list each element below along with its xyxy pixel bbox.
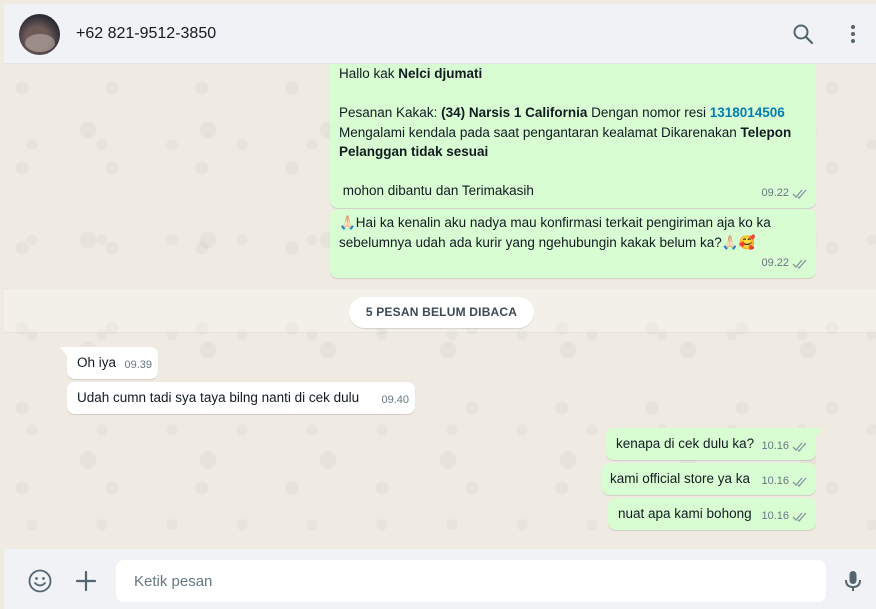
double-check-icon (792, 512, 807, 522)
message-time: 09.39 (124, 358, 152, 371)
message-meta: 10.16 (761, 437, 808, 457)
search-icon[interactable] (791, 22, 815, 46)
message-text: Udah cumn tadi sya taya bilng nanti di c… (77, 390, 360, 405)
chat-area[interactable]: Hallo kak Nelci djumati Pesanan Kakak: (… (4, 64, 876, 549)
outgoing-message[interactable]: kenapa di cek dulu ka? 10.16 (606, 428, 823, 460)
message-time: 09.40 (381, 393, 409, 406)
message-meta: 09.22 (761, 184, 808, 204)
message-time: 09.22 (761, 256, 789, 269)
double-check-icon (792, 442, 807, 452)
message-composer (4, 549, 876, 609)
message-time: 10.16 (761, 509, 789, 522)
message-time: 10.16 (761, 439, 789, 452)
message-text: kami official store ya ka (610, 471, 751, 486)
message-time: 10.16 (761, 474, 789, 487)
incoming-message[interactable]: Oh iya 09.39 (60, 347, 158, 379)
double-check-icon (792, 259, 807, 269)
mic-icon[interactable] (840, 568, 866, 594)
message-meta: 09.39 (124, 356, 152, 376)
emoji-icon[interactable] (27, 568, 53, 594)
menu-icon[interactable] (841, 22, 865, 46)
message-meta: 09.22 (761, 254, 808, 274)
message-text: nuat apa kami bohong (618, 506, 752, 521)
incoming-message[interactable]: Udah cumn tadi sya taya bilng nanti di c… (67, 382, 415, 414)
message-input[interactable] (116, 560, 826, 602)
contact-name[interactable]: +62 821-9512-3850 (76, 25, 216, 43)
unread-messages-badge: 5 PESAN BELUM DIBACA (349, 297, 534, 328)
resi-link[interactable]: 1318014506 (710, 105, 785, 120)
outgoing-message[interactable]: Hallo kak Nelci djumati Pesanan Kakak: (… (330, 64, 816, 208)
message-meta: 10.16 (761, 507, 808, 527)
chat-header: +62 821-9512-3850 (4, 4, 876, 64)
message-meta: 10.16 (761, 472, 808, 492)
message-text: Oh iya (77, 355, 117, 370)
plus-icon[interactable] (73, 568, 99, 594)
double-check-icon (792, 477, 807, 487)
outgoing-message[interactable]: kami official store ya ka 10.16 (602, 463, 816, 495)
avatar[interactable] (19, 14, 60, 55)
message-meta: 09.40 (381, 391, 409, 411)
message-text: 🙏🏻Hai ka kenalin aku nadya mau konfirmas… (339, 215, 771, 250)
message-time: 09.22 (761, 186, 789, 199)
double-check-icon (792, 189, 807, 199)
message-text: Hallo kak Nelci djumati Pesanan Kakak: (… (339, 66, 792, 198)
message-text: kenapa di cek dulu ka? (616, 436, 755, 451)
outgoing-message[interactable]: nuat apa kami bohong 10.16 (608, 498, 816, 530)
outgoing-message[interactable]: 🙏🏻Hai ka kenalin aku nadya mau konfirmas… (330, 209, 816, 278)
